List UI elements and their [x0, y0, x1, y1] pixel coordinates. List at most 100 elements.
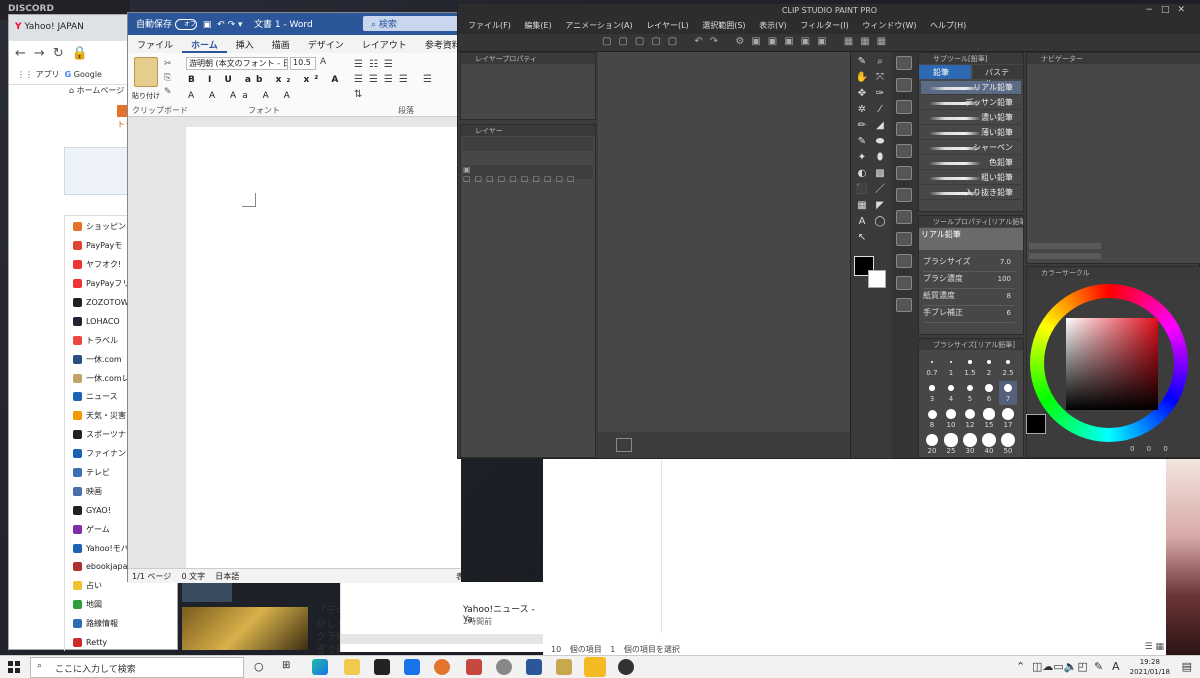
size-dot[interactable]	[931, 361, 933, 363]
news-thumbnail-small[interactable]	[182, 582, 232, 602]
tool-icon[interactable]: ⬬	[873, 136, 887, 148]
brush-item[interactable]: デッサン鉛筆	[921, 96, 1021, 110]
tool-icon[interactable]: ⤧	[873, 72, 887, 84]
size-dot[interactable]	[985, 384, 993, 392]
brush-item[interactable]: シャーペン	[921, 141, 1021, 155]
tool-icon[interactable]: ✥	[855, 88, 869, 100]
menu-item[interactable]: 編集(E)	[524, 21, 551, 30]
subtool-group-icon[interactable]	[896, 122, 912, 136]
notification-icon[interactable]: ▤	[1182, 660, 1192, 673]
tool-icon[interactable]: ✦	[855, 152, 869, 164]
tool-icon[interactable]: ✎	[855, 136, 869, 148]
canvas-area[interactable]	[598, 52, 850, 458]
tool-icon[interactable]: ⬛	[855, 184, 869, 196]
brush-item[interactable]: 入り抜き鉛筆	[921, 186, 1021, 200]
size-dot[interactable]	[966, 384, 974, 392]
subtool-group-icon[interactable]	[896, 254, 912, 268]
tool-icon[interactable]: ⬮	[873, 152, 887, 164]
display-settings[interactable]: 表示設定	[456, 572, 488, 581]
tool-icon[interactable]: ✎	[855, 56, 869, 68]
tool-icon[interactable]: ◐	[855, 168, 869, 180]
subtool-group-icon[interactable]	[896, 188, 912, 202]
save-icon[interactable]: ▣	[203, 20, 212, 30]
tool-property-name[interactable]: リアル鉛筆	[919, 228, 1023, 250]
cortana-icon[interactable]: ○	[254, 660, 264, 673]
clip-studio-icon[interactable]	[618, 659, 634, 675]
folder-icon[interactable]	[344, 659, 360, 675]
brush-item[interactable]: 薄い鉛筆	[921, 126, 1021, 140]
font-grow-icon[interactable]: A	[320, 57, 326, 67]
word-icon[interactable]	[526, 659, 542, 675]
subtool-group-icon[interactable]	[896, 166, 912, 180]
bookmark-google[interactable]: Google	[74, 70, 102, 79]
tab-2[interactable]: 挿入	[227, 35, 263, 53]
taskbar-search[interactable]: ⌕ ここに入力して検索	[30, 657, 244, 678]
subtool-group-icon[interactable]	[896, 298, 912, 312]
menu-item[interactable]: フィルター(I)	[800, 21, 848, 30]
subtool-group-icon[interactable]	[896, 144, 912, 158]
paste-button[interactable]: 貼り付け	[132, 91, 160, 101]
tab-5[interactable]: レイアウト	[353, 35, 416, 53]
cut-icon[interactable]: ✂	[164, 59, 172, 69]
apps-icon[interactable]: ⋮⋮	[17, 70, 36, 79]
menu-item[interactable]: アニメーション(A)	[565, 21, 632, 30]
command-icons[interactable]: ▢▢▢▢▢ ↶↷ ⚙▣▣▣▣▣ ▦▦▦	[602, 36, 893, 47]
game-icon[interactable]	[466, 659, 482, 675]
format-painter-icon[interactable]: ✎	[164, 87, 172, 97]
canvas-menu-icon[interactable]	[616, 438, 632, 452]
menu-item[interactable]: ヘルプ(H)	[930, 21, 966, 30]
tool-icon[interactable]: ／	[873, 184, 887, 196]
size-dot[interactable]	[982, 433, 996, 447]
subtool-group-icon[interactable]	[896, 232, 912, 246]
word-search-box[interactable]: ⌕ 検索	[363, 16, 461, 31]
redo-icon[interactable]: ↷	[228, 20, 236, 30]
customize-icon[interactable]: ▾	[238, 20, 243, 30]
service-item[interactable]: Retty	[65, 632, 179, 651]
news-thumbnail[interactable]	[182, 607, 308, 650]
font-color-buttons[interactable]: A A Aa A A	[188, 91, 296, 101]
tab-pencil[interactable]: 鉛筆	[919, 65, 971, 79]
brush-item[interactable]: 色鉛筆	[921, 156, 1021, 170]
tool-icon[interactable]: ✏	[855, 120, 869, 132]
tool-icon[interactable]: ▩	[873, 168, 887, 180]
size-dot[interactable]	[946, 409, 956, 419]
tool-sub-color[interactable]	[868, 270, 886, 288]
store-icon[interactable]	[374, 659, 390, 675]
ime-indicator[interactable]: A	[1112, 660, 1120, 673]
blend-mode-select[interactable]	[463, 137, 593, 151]
subtool-group-icon[interactable]	[896, 56, 912, 70]
size-dot[interactable]	[944, 433, 958, 447]
property-row[interactable]: ブラシサイズ 7.0	[923, 256, 1015, 272]
subtool-group-icon[interactable]	[896, 210, 912, 224]
focus-mode[interactable]: フォーカ	[493, 572, 525, 581]
size-dot[interactable]	[1005, 359, 1011, 365]
saturation-value-square[interactable]	[1066, 318, 1158, 410]
lock-icon[interactable]: 🔒	[72, 46, 96, 61]
size-dot[interactable]	[949, 360, 953, 364]
forward-icon[interactable]: →	[34, 46, 53, 61]
size-dot[interactable]	[1002, 408, 1014, 420]
paragraph-tools[interactable]: ☰☷☰ ☰☰☰☰ ☰ ⇅	[354, 57, 458, 101]
property-row[interactable]: 紙質濃度 8	[923, 290, 1015, 306]
autosave-toggle[interactable]: オフ	[175, 19, 198, 30]
tool-icon[interactable]: ▦	[855, 200, 869, 212]
undo-icon[interactable]: ↶	[217, 20, 225, 30]
size-dot[interactable]	[968, 360, 972, 364]
tool-icon[interactable]: ✑	[873, 88, 887, 100]
tool-icon[interactable]: ◢	[873, 120, 887, 132]
horizontal-scrollbar[interactable]	[341, 634, 546, 644]
tool-icon[interactable]: ⌕	[873, 56, 887, 68]
layer-toolbar[interactable]: ▣ ▢▢▢▢▢▢▢▢▢▢	[463, 165, 593, 183]
property-row[interactable]: 手ブレ補正 6	[923, 307, 1015, 323]
size-dot[interactable]	[929, 385, 935, 391]
tool-icon[interactable]: ↖	[855, 232, 869, 244]
subtool-group-icon[interactable]	[896, 78, 912, 92]
reload-icon[interactable]: ↻	[53, 46, 72, 61]
subtool-group-icon[interactable]	[896, 100, 912, 114]
edge-icon[interactable]	[312, 659, 328, 675]
tab-4[interactable]: デザイン	[299, 35, 353, 53]
font-name-select[interactable]: 游明朝 (本文のフォント - 日本	[186, 57, 288, 70]
tool-icon[interactable]: ⁄	[873, 104, 887, 116]
main-color-swatch[interactable]	[1026, 414, 1046, 434]
service-item[interactable]: 路線情報	[65, 613, 179, 632]
